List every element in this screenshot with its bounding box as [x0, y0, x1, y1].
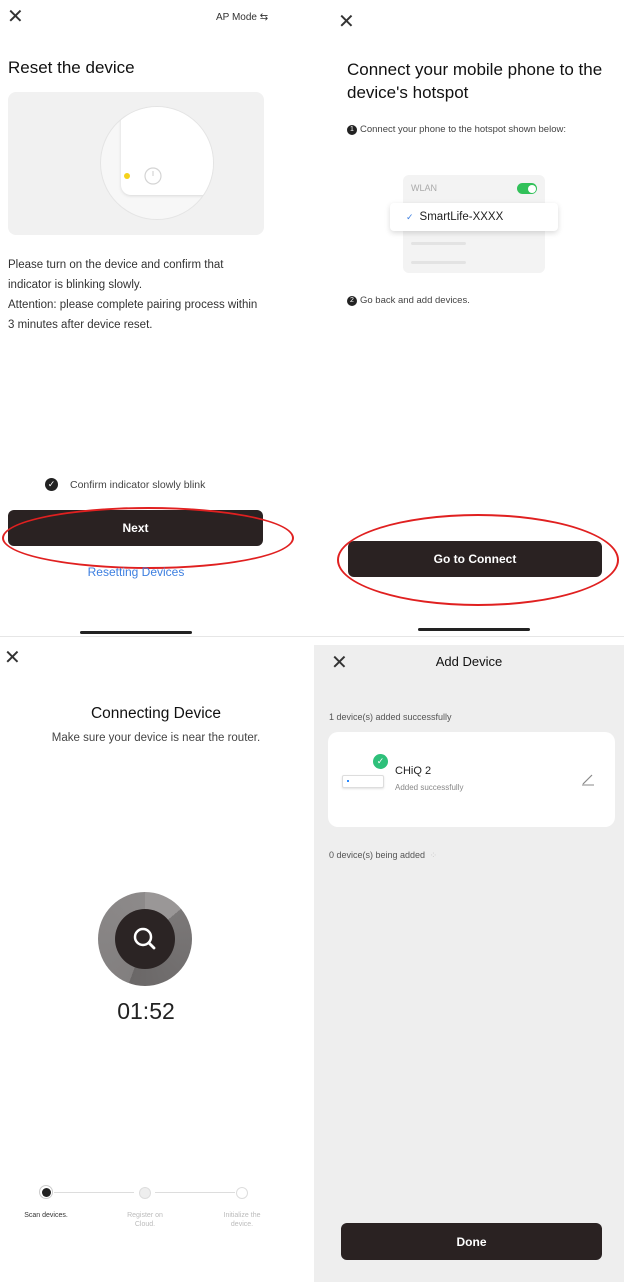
device-name: CHiQ 2: [395, 765, 432, 777]
ap-mode-toggle[interactable]: AP Mode ⇆: [216, 12, 268, 23]
check-icon[interactable]: ✓: [45, 478, 58, 491]
step-label-scan: Scan devices.: [24, 1212, 68, 1219]
search-icon: [133, 927, 156, 950]
page-subtitle: Make sure your device is near the router…: [51, 732, 261, 744]
page-title: Connecting Device: [90, 705, 222, 722]
indicator-light-icon: [124, 167, 162, 185]
instruction-line-1: Please turn on the device and confirm th…: [8, 259, 224, 291]
wlan-label: WLAN: [411, 183, 438, 193]
close-icon[interactable]: ✕: [4, 648, 21, 668]
progress-connector: [54, 1192, 134, 1193]
go-to-connect-button[interactable]: Go to Connect: [348, 541, 602, 577]
spinner-core: [115, 909, 175, 969]
illustration-circle: [100, 106, 214, 220]
next-button[interactable]: Next: [8, 510, 263, 546]
loading-icon: ⁘: [429, 850, 438, 860]
placeholder-line: [411, 242, 466, 245]
countdown-timer: 01:52: [117, 998, 175, 1024]
check-icon: ✓: [373, 754, 388, 769]
step-1: 1 Connect your phone to the hotspot shown…: [347, 124, 597, 136]
adding-count-row: 0 device(s) being added ⁘: [329, 850, 437, 861]
resetting-devices-link[interactable]: Resetting Devices: [0, 565, 272, 579]
step-2: 2 Go back and add devices.: [347, 295, 470, 307]
check-icon: ✓: [406, 211, 414, 222]
step-label-register: Register on Cloud.: [127, 1212, 163, 1228]
step-2-text: Go back and add devices.: [360, 295, 470, 306]
confirm-checkbox-row[interactable]: ✓ Confirm indicator slowly blink: [45, 478, 205, 491]
device-status: Added successfully: [395, 783, 464, 792]
added-count-text: 1 device(s) added successfully: [329, 712, 452, 722]
step-1-text: Connect your phone to the hotspot shown …: [360, 124, 566, 135]
device-thumbnail: [342, 775, 384, 788]
step-number-badge: 2: [347, 296, 357, 306]
progress-connector: [155, 1192, 235, 1193]
device-illustration: [8, 92, 264, 235]
scanning-progress-ring: [98, 892, 192, 986]
page-title: Add Device: [435, 654, 503, 669]
page-title: Connect your mobile phone to the device'…: [347, 60, 603, 102]
close-icon[interactable]: ✕: [338, 12, 355, 32]
done-button[interactable]: Done: [341, 1223, 602, 1260]
device-card[interactable]: ✓ CHiQ 2 Added successfully: [328, 732, 615, 827]
confirm-label: Confirm indicator slowly blink: [70, 478, 206, 491]
home-indicator: [418, 628, 530, 631]
ssid-name: SmartLife-XXXX: [419, 211, 504, 223]
step-label-initialize: Initialize the device.: [223, 1212, 261, 1228]
cloud-icon: [139, 1187, 151, 1199]
panel-divider: [0, 636, 624, 637]
home-indicator: [80, 631, 192, 634]
placeholder-line: [411, 261, 466, 264]
step-scan-dot: [39, 1185, 53, 1199]
step-number-badge: 1: [347, 125, 357, 135]
page-title: Reset the device: [8, 58, 135, 77]
adding-count-text: 0 device(s) being added: [329, 850, 426, 860]
instruction-line-2: Attention: please complete pairing proce…: [8, 299, 258, 331]
hotspot-ssid-card: ✓ SmartLife-XXXX: [390, 203, 558, 231]
instructions-text: Please turn on the device and confirm th…: [8, 255, 263, 335]
close-icon[interactable]: ✕: [7, 7, 24, 27]
edit-icon[interactable]: [581, 772, 595, 786]
init-icon: [236, 1187, 248, 1199]
wlan-toggle-icon: [517, 183, 537, 194]
